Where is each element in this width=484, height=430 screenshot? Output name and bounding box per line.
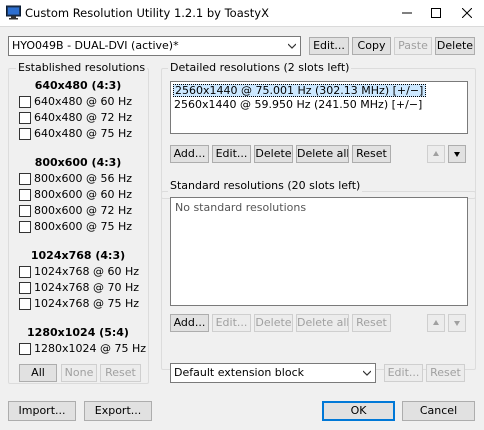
checkbox-box[interactable] [19, 95, 31, 108]
minimize-button[interactable] [392, 0, 422, 26]
standard-label: Standard resolutions (20 slots left) [168, 179, 363, 192]
established-reset-button[interactable]: Reset [100, 364, 141, 382]
standard-move-up-button[interactable] [427, 314, 445, 332]
checkbox-1024x768-70[interactable]: 1024x768 @ 70 Hz [19, 281, 139, 294]
standard-list[interactable]: No standard resolutions [170, 197, 468, 306]
extension-select[interactable]: Default extension block [170, 363, 376, 383]
standard-add-button[interactable]: Add... [170, 314, 209, 332]
group-title-1280: 1280x1024 (5:4) [27, 326, 129, 339]
dialog-client: HYO049B - DUAL-DVI (active)* Edit... Cop… [0, 26, 484, 430]
detailed-add-button[interactable]: Add... [170, 145, 209, 163]
import-button[interactable]: Import... [8, 401, 76, 421]
checkbox-box[interactable] [19, 188, 31, 201]
chevron-down-icon [288, 43, 296, 49]
detailed-list[interactable]: 2560x1440 @ 75.001 Hz (302.13 MHz) [+/−]… [170, 81, 468, 134]
checkbox-label: 1024x768 @ 60 Hz [34, 265, 140, 278]
established-label: Established resolutions [16, 61, 148, 74]
extension-select-value: Default extension block [174, 366, 304, 379]
checkbox-label: 800x600 @ 56 Hz [34, 172, 133, 185]
checkbox-640x480-75[interactable]: 640x480 @ 75 Hz [19, 127, 132, 140]
checkbox-label: 1024x768 @ 70 Hz [34, 281, 140, 294]
checkbox-label: 800x600 @ 72 Hz [34, 204, 133, 217]
checkbox-box[interactable] [19, 204, 31, 217]
monitor-select[interactable]: HYO049B - DUAL-DVI (active)* [8, 36, 301, 56]
checkbox-box[interactable] [19, 281, 31, 294]
detailed-reset-button[interactable]: Reset [352, 145, 391, 163]
copy-button[interactable]: Copy [352, 37, 391, 55]
checkbox-label: 800x600 @ 60 Hz [34, 188, 133, 201]
ok-button[interactable]: OK [322, 401, 395, 421]
arrow-down-icon [454, 321, 460, 326]
detailed-delete-button[interactable]: Delete [254, 145, 293, 163]
export-button[interactable]: Export... [84, 401, 152, 421]
standard-move-down-button[interactable] [448, 314, 466, 332]
checkbox-640x480-72[interactable]: 640x480 @ 72 Hz [19, 111, 132, 124]
standard-delete-all-button[interactable]: Delete all [296, 314, 349, 332]
checkbox-800x600-56[interactable]: 800x600 @ 56 Hz [19, 172, 132, 185]
arrow-down-icon [454, 152, 460, 157]
maximize-icon [431, 8, 441, 18]
paste-button[interactable]: Paste [394, 37, 432, 55]
monitor-delete-button[interactable]: Delete [435, 37, 475, 55]
checkbox-label: 640x480 @ 72 Hz [34, 111, 133, 124]
detailed-edit-button[interactable]: Edit... [212, 145, 251, 163]
window-title: Custom Resolution Utility 1.2.1 by Toast… [25, 6, 269, 20]
all-button[interactable]: All [19, 364, 57, 382]
checkbox-label: 1024x768 @ 75 Hz [34, 297, 140, 310]
title-bar: Custom Resolution Utility 1.2.1 by Toast… [0, 0, 484, 26]
monitor-select-value: HYO049B - DUAL-DVI (active)* [12, 39, 179, 52]
extension-reset-button[interactable]: Reset [426, 364, 465, 382]
checkbox-800x600-60[interactable]: 800x600 @ 60 Hz [19, 188, 132, 201]
checkbox-box[interactable] [19, 342, 31, 355]
checkbox-box[interactable] [19, 111, 31, 124]
maximize-button[interactable] [421, 0, 451, 26]
standard-reset-button[interactable]: Reset [352, 314, 391, 332]
checkbox-800x600-72[interactable]: 800x600 @ 72 Hz [19, 204, 132, 217]
detailed-delete-all-button[interactable]: Delete all [296, 145, 349, 163]
checkbox-800x600-75[interactable]: 800x600 @ 75 Hz [19, 220, 132, 233]
checkbox-label: 1280x1024 @ 75 Hz [34, 342, 147, 355]
extension-edit-button[interactable]: Edit... [384, 364, 423, 382]
arrow-up-icon [433, 320, 439, 325]
chevron-down-icon [363, 370, 371, 376]
group-title-1024: 1024x768 (4:3) [30, 249, 126, 262]
detailed-move-down-button[interactable] [448, 145, 466, 163]
list-item[interactable]: 2560x1440 @ 75.001 Hz (302.13 MHz) [+/−] [173, 84, 427, 97]
monitor-edit-button[interactable]: Edit... [309, 37, 349, 55]
checkbox-1024x768-60[interactable]: 1024x768 @ 60 Hz [19, 265, 139, 278]
checkbox-1024x768-75[interactable]: 1024x768 @ 75 Hz [19, 297, 139, 310]
checkbox-label: 640x480 @ 75 Hz [34, 127, 133, 140]
checkbox-box[interactable] [19, 297, 31, 310]
minimize-icon [402, 12, 412, 14]
close-icon [462, 8, 472, 18]
detailed-label: Detailed resolutions (2 slots left) [168, 61, 352, 74]
close-button[interactable] [452, 0, 482, 26]
none-button[interactable]: None [61, 364, 97, 382]
arrow-up-icon [433, 151, 439, 156]
checkbox-label: 640x480 @ 60 Hz [34, 95, 133, 108]
checkbox-box[interactable] [19, 265, 31, 278]
standard-edit-button[interactable]: Edit... [212, 314, 251, 332]
standard-empty-text: No standard resolutions [175, 201, 307, 214]
checkbox-1280x1024-75[interactable]: 1280x1024 @ 75 Hz [19, 342, 146, 355]
group-title-800: 800x600 (4:3) [34, 156, 122, 169]
monitor-icon [6, 5, 21, 20]
checkbox-640x480-60[interactable]: 640x480 @ 60 Hz [19, 95, 132, 108]
checkbox-box[interactable] [19, 220, 31, 233]
cancel-button[interactable]: Cancel [402, 401, 475, 421]
detailed-move-up-button[interactable] [427, 145, 445, 163]
checkbox-label: 800x600 @ 75 Hz [34, 220, 133, 233]
list-item[interactable]: 2560x1440 @ 59.950 Hz (241.50 MHz) [+/−] [173, 98, 424, 111]
checkbox-box[interactable] [19, 127, 31, 140]
standard-delete-button[interactable]: Delete [254, 314, 293, 332]
group-title-640: 640x480 (4:3) [34, 79, 122, 92]
checkbox-box[interactable] [19, 172, 31, 185]
